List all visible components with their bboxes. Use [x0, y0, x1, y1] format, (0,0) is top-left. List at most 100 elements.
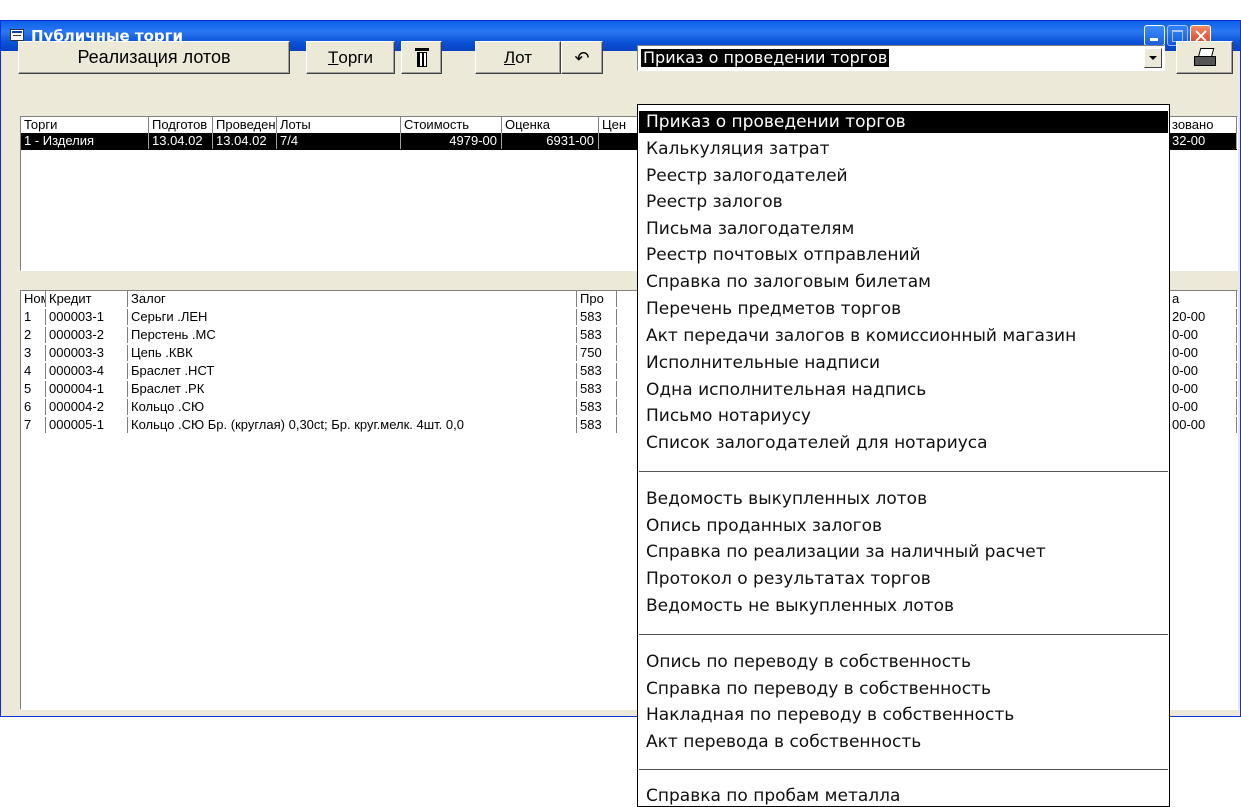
table-cell: 583 — [577, 309, 617, 325]
table-cell: 0-00 — [1169, 381, 1237, 397]
table-cell: 583 — [577, 417, 617, 433]
window-icon — [10, 29, 24, 41]
minimize-button[interactable] — [1144, 25, 1165, 46]
torgi-button[interactable]: Торги — [306, 41, 395, 74]
table-cell: 13.04.02 — [213, 133, 277, 149]
table-cell: 0-00 — [1169, 345, 1237, 361]
lot-label: от — [515, 47, 533, 67]
menu-separator — [639, 634, 1168, 635]
table-cell: 7/4 — [277, 133, 401, 149]
table-cell — [599, 133, 639, 149]
table-cell: 000003-2 — [46, 327, 128, 343]
printer-icon — [1193, 48, 1216, 68]
lot-accel: Л — [503, 47, 516, 67]
menu-separator — [639, 769, 1168, 770]
report-option[interactable]: Одна исполнительная надпись — [639, 379, 1168, 401]
column-header[interactable]: Залог — [128, 291, 577, 307]
report-option[interactable]: Опись проданных залогов — [639, 515, 1168, 537]
trash-icon — [414, 47, 430, 68]
column-header[interactable]: Ном — [21, 291, 46, 307]
report-option[interactable]: Накладная по переводу в собственность — [639, 704, 1168, 726]
report-option[interactable]: Справка по переводу в собственность — [639, 678, 1168, 700]
report-option[interactable]: Письмо нотариусу — [639, 405, 1168, 427]
report-option[interactable]: Реестр залогов — [639, 191, 1168, 213]
table-cell: 000003-4 — [46, 363, 128, 379]
column-header[interactable]: Цен — [599, 117, 639, 133]
column-header[interactable]: Проведен — [213, 117, 277, 133]
table-cell: 000003-1 — [46, 309, 128, 325]
lot-button[interactable]: Лот — [475, 41, 561, 74]
table-cell: 3 — [21, 345, 46, 361]
table-cell: 000005-1 — [46, 417, 128, 433]
column-header[interactable]: Лоты — [277, 117, 401, 133]
table-cell: Кольцо .СЮ Бр. (круглая) 0,30ct; Бр. кру… — [128, 417, 577, 433]
column-header[interactable]: Стоимость — [401, 117, 502, 133]
table-cell: Кольцо .СЮ — [128, 399, 577, 415]
table-cell: 583 — [577, 399, 617, 415]
report-option[interactable]: Калькуляция затрат — [639, 138, 1168, 160]
table-cell: 583 — [577, 327, 617, 343]
column-header[interactable]: Кредит — [46, 291, 128, 307]
column-header[interactable]: Про — [577, 291, 617, 307]
report-option[interactable]: Список залогодателей для нотариуса — [639, 432, 1168, 454]
report-option[interactable]: Реестр почтовых отправлений — [639, 244, 1168, 266]
report-option[interactable]: Акт передачи залогов в комиссионный мага… — [639, 325, 1168, 347]
table-cell: 6931-00 — [502, 133, 599, 149]
undo-icon: ↶ — [574, 47, 590, 68]
table-cell: 2 — [21, 327, 46, 343]
torgi-accel: Т — [328, 47, 339, 67]
table-cell: 6 — [21, 399, 46, 415]
report-option[interactable]: Ведомость не выкупленных лотов — [639, 595, 1168, 617]
undo-button[interactable]: ↶ — [561, 41, 603, 74]
table-cell: Серьги .ЛЕН — [128, 309, 577, 325]
column-header[interactable]: а — [1169, 291, 1237, 307]
report-option[interactable]: Справка по залоговым билетам — [639, 271, 1168, 293]
table-cell: Перстень .МС — [128, 327, 577, 343]
torgi-label: орги — [338, 47, 373, 67]
column-header[interactable]: Подготов — [149, 117, 213, 133]
table-cell: 000004-2 — [46, 399, 128, 415]
table-cell: Браслет .РК — [128, 381, 577, 397]
table-cell: Цепь .КВК — [128, 345, 577, 361]
column-header[interactable]: зовано — [1169, 117, 1237, 133]
report-option[interactable]: Реестр залогодателей — [639, 165, 1168, 187]
table-cell: 583 — [577, 381, 617, 397]
report-select[interactable]: Приказ о проведении торгов — [637, 45, 1165, 71]
report-option[interactable]: Ведомость выкупленных лотов — [639, 488, 1168, 510]
table-cell: 7 — [21, 417, 46, 433]
report-option[interactable]: Перечень предметов торгов — [639, 298, 1168, 320]
chevron-down-icon[interactable] — [1144, 48, 1162, 68]
report-option[interactable]: Приказ о проведении торгов — [639, 111, 1168, 133]
table-cell: 0-00 — [1169, 399, 1237, 415]
report-dropdown-list[interactable]: Приказ о проведении торгов Калькуляция з… — [637, 104, 1170, 807]
report-option[interactable]: Справка по пробам металла — [639, 785, 1168, 806]
table-cell: 000003-3 — [46, 345, 128, 361]
report-option[interactable]: Акт перевода в собственность — [639, 731, 1168, 753]
report-option[interactable]: Протокол о результатах торгов — [639, 568, 1168, 590]
table-cell: 4979-00 — [401, 133, 502, 149]
report-option[interactable]: Письма залогодателям — [639, 218, 1168, 240]
table-cell: 1 - Изделия — [21, 133, 149, 149]
table-cell: 5 — [21, 381, 46, 397]
realize-lots-button[interactable]: Реализация лотов — [18, 41, 290, 74]
table-cell: 13.04.02 — [149, 133, 213, 149]
table-cell: 32-00 — [1169, 133, 1237, 149]
table-cell: 4 — [21, 363, 46, 379]
realize-lots-label: Реализация лотов — [77, 47, 231, 67]
table-cell: 000004-1 — [46, 381, 128, 397]
table-cell: 1 — [21, 309, 46, 325]
column-header[interactable]: Оценка — [502, 117, 599, 133]
table-cell: 20-00 — [1169, 309, 1237, 325]
delete-button[interactable] — [401, 41, 442, 74]
table-cell: 0-00 — [1169, 363, 1237, 379]
column-header[interactable]: Торги — [21, 117, 149, 133]
report-option[interactable]: Справка по реализации за наличный расчет — [639, 541, 1168, 563]
table-cell: 583 — [577, 363, 617, 379]
report-option[interactable]: Исполнительные надписи — [639, 352, 1168, 374]
table-cell: 0-00 — [1169, 327, 1237, 343]
table-cell: Браслет .НСТ — [128, 363, 577, 379]
print-button[interactable] — [1176, 41, 1233, 74]
table-cell: 00-00 — [1169, 417, 1237, 433]
report-option[interactable]: Опись по переводу в собственность — [639, 651, 1168, 673]
table-cell: 750 — [577, 345, 617, 361]
